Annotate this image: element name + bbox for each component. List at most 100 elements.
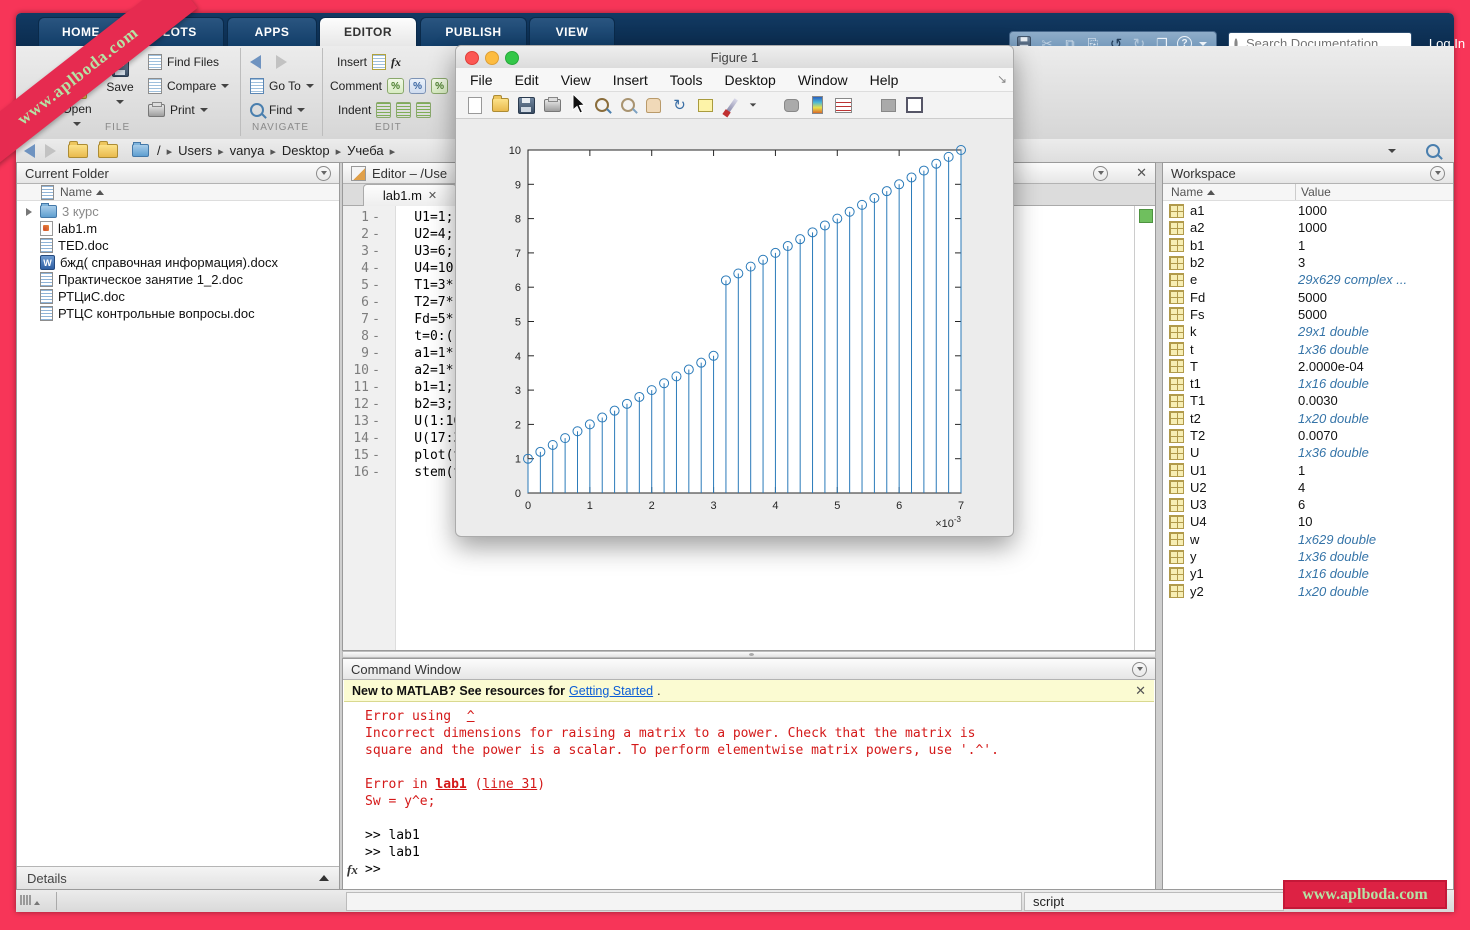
command-output[interactable]: Error using ^ Incorrect dimensions for r…	[365, 709, 1151, 879]
zoom-in-icon[interactable]	[593, 97, 610, 114]
workspace-variable-row[interactable]: U24	[1169, 479, 1451, 496]
horizontal-splitter[interactable]	[342, 651, 1156, 658]
open-file-icon[interactable]	[492, 97, 509, 114]
find-files-button[interactable]: Find Files	[148, 53, 219, 71]
breadcrumb-segment[interactable]: vanya	[230, 143, 265, 158]
workspace-variable-row[interactable]: e29x629 complex ...	[1169, 271, 1451, 288]
workspace-variable-row[interactable]: t21x20 double	[1169, 410, 1451, 427]
ribbon-tab-view[interactable]: VIEW	[529, 17, 615, 46]
wrap-comment-icon[interactable]: %	[431, 78, 448, 94]
breadcrumb-caret-icon[interactable]	[1388, 149, 1396, 153]
print-button[interactable]: Print	[148, 101, 208, 119]
stem-plot[interactable]: 01234567012345678910×10-3	[456, 119, 1013, 537]
workspace-variable-row[interactable]: a21000	[1169, 219, 1451, 236]
save-figure-icon[interactable]	[518, 97, 535, 114]
breadcrumb-search-icon[interactable]	[1426, 144, 1440, 158]
browse-folder-icon[interactable]	[98, 144, 118, 158]
ribbon-tab-apps[interactable]: APPS	[227, 17, 317, 46]
workspace-menu-icon[interactable]	[1430, 166, 1445, 181]
editor-tab-lab1[interactable]: lab1.m✕	[363, 184, 457, 206]
link-plot-icon[interactable]	[783, 97, 800, 114]
comment-group[interactable]: Comment % % %	[330, 77, 448, 95]
insert-legend-icon[interactable]	[835, 97, 852, 114]
workspace-variable-row[interactable]: U11	[1169, 461, 1451, 478]
compare-button[interactable]: Compare	[148, 77, 229, 95]
figure-menu-file[interactable]: File	[470, 72, 493, 88]
file-row[interactable]: lab1.m	[23, 220, 337, 237]
figure-menu-help[interactable]: Help	[870, 72, 899, 88]
error-line-link[interactable]: line 31	[482, 777, 537, 792]
minimize-traffic-light[interactable]	[485, 51, 499, 65]
zoom-traffic-light[interactable]	[505, 51, 519, 65]
close-traffic-light[interactable]	[465, 51, 479, 65]
getting-started-link[interactable]: Getting Started	[569, 684, 653, 698]
command-window-menu-icon[interactable]	[1132, 662, 1147, 677]
figure-menu-window[interactable]: Window	[798, 72, 848, 88]
file-row[interactable]: РТЦС контрольные вопросы.doc	[23, 305, 337, 322]
hide-plot-tools-icon[interactable]	[880, 97, 897, 114]
workspace-variable-row[interactable]: y21x20 double	[1169, 583, 1451, 600]
resize-grip-icon[interactable]	[20, 895, 40, 905]
details-bar[interactable]: Details	[17, 866, 339, 889]
workspace-variable-row[interactable]: y11x16 double	[1169, 565, 1451, 582]
forward-button[interactable]	[276, 53, 287, 71]
file-row[interactable]: Wбжд( справочная информация).docx	[23, 254, 337, 271]
collapse-details-icon[interactable]	[319, 875, 329, 881]
indent-group[interactable]: Indent	[338, 101, 431, 119]
workspace-variable-row[interactable]: U36	[1169, 496, 1451, 513]
editor-menu-icon[interactable]	[1093, 166, 1108, 181]
figure-menu-insert[interactable]: Insert	[613, 72, 648, 88]
file-row[interactable]: TED.doc	[23, 237, 337, 254]
breadcrumb-segment[interactable]: Desktop	[282, 143, 330, 158]
banner-close-icon[interactable]: ✕	[1135, 683, 1146, 699]
workspace-variable-row[interactable]: T20.0070	[1169, 427, 1451, 444]
rotate-3d-icon[interactable]: ↻	[671, 97, 688, 114]
smart-indent-icon[interactable]	[376, 102, 391, 118]
expander-icon[interactable]	[26, 208, 32, 216]
brush-caret-icon[interactable]	[750, 103, 756, 106]
file-row[interactable]: Практическое занятие 1_2.doc	[23, 271, 337, 288]
workspace-variable-row[interactable]: Fs5000	[1169, 306, 1451, 323]
breadcrumb-segment[interactable]: Учеба	[347, 143, 384, 158]
workspace-variable-row[interactable]: y1x36 double	[1169, 548, 1451, 565]
file-row[interactable]: 3 курс	[23, 203, 337, 220]
up-folder-icon[interactable]	[68, 144, 88, 158]
fx-indicator[interactable]: fx	[347, 862, 358, 878]
figure-window[interactable]: Figure 1 FileEditViewInsertToolsDesktopW…	[455, 45, 1014, 537]
error-file-link[interactable]: lab1	[435, 777, 466, 792]
file-row[interactable]: РТЦиС.doc	[23, 288, 337, 305]
panel-menu-icon[interactable]	[316, 166, 331, 181]
tab-close-icon[interactable]: ✕	[428, 189, 437, 202]
editor-close-icon[interactable]: ✕	[1136, 165, 1147, 181]
comment-icon[interactable]: %	[387, 78, 404, 94]
pan-icon[interactable]	[645, 97, 662, 114]
name-column-header[interactable]: Name	[17, 184, 339, 201]
insert-colorbar-icon[interactable]	[809, 97, 826, 114]
data-cursor-icon[interactable]	[697, 97, 714, 114]
workspace-variable-row[interactable]: U410	[1169, 513, 1451, 530]
fx-icon[interactable]: fx	[391, 55, 401, 70]
indent-right-icon[interactable]	[396, 102, 411, 118]
workspace-variable-row[interactable]: T2.0000e-04	[1169, 358, 1451, 375]
new-figure-icon[interactable]	[466, 97, 483, 114]
workspace-variable-row[interactable]: T10.0030	[1169, 392, 1451, 409]
zoom-out-icon[interactable]	[619, 97, 636, 114]
uncomment-icon[interactable]: %	[409, 78, 426, 94]
show-plot-tools-icon[interactable]	[906, 97, 923, 114]
figure-menu-view[interactable]: View	[561, 72, 591, 88]
figure-menu-desktop[interactable]: Desktop	[724, 72, 775, 88]
dock-figure-icon[interactable]: ↘	[997, 72, 1007, 86]
workspace-variable-row[interactable]: Fd5000	[1169, 288, 1451, 305]
breadcrumb[interactable]: /▸Users▸vanya▸Desktop▸Учеба▸	[157, 143, 401, 158]
ribbon-tab-publish[interactable]: PUBLISH	[420, 17, 527, 46]
workspace-variable-row[interactable]: b23	[1169, 254, 1451, 271]
history-forward-icon[interactable]	[45, 144, 56, 158]
breadcrumb-segment[interactable]: Users	[178, 143, 212, 158]
ribbon-tab-editor[interactable]: EDITOR	[319, 17, 417, 46]
workspace-variable-row[interactable]: a11000	[1169, 202, 1451, 219]
figure-menu-tools[interactable]: Tools	[670, 72, 703, 88]
editor-scrollbar[interactable]	[1134, 206, 1155, 650]
figure-menu-edit[interactable]: Edit	[515, 72, 539, 88]
brush-icon[interactable]	[723, 97, 740, 114]
insert-group[interactable]: Insert fx	[337, 53, 401, 71]
